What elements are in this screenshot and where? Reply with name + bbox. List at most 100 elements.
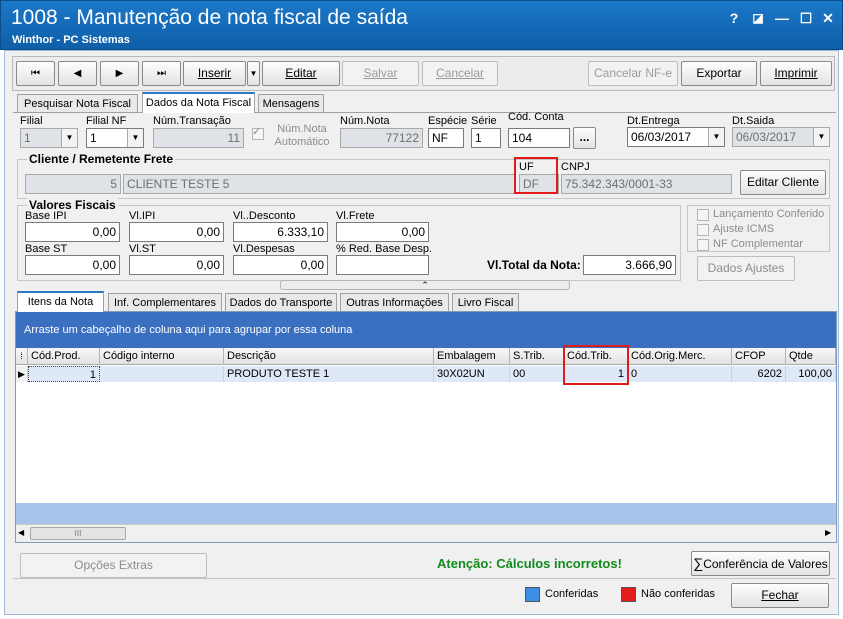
cell-qtde[interactable]: 100,00 <box>786 366 836 382</box>
scroll-thumb[interactable]: III <box>30 527 126 540</box>
filial-label: Filial <box>20 115 43 127</box>
dt-saida-field[interactable]: 06/03/2017 ▼ <box>732 127 830 147</box>
cancelar-button[interactable]: Cancelar <box>422 61 498 86</box>
cliente-name-field[interactable]: CLIENTE TESTE 5 <box>123 174 516 194</box>
dt-entrega-field[interactable]: 06/03/2017 ▼ <box>627 127 725 147</box>
cell-s-trib[interactable]: 00 <box>510 366 564 382</box>
cod-conta-lookup-button[interactable]: ... <box>573 127 596 149</box>
title-bar: 1008 - Manutenção de nota fiscal de saíd… <box>0 0 843 50</box>
group-by-bar[interactable]: Arraste um cabeçalho de coluna aqui para… <box>16 312 836 348</box>
salvar-button[interactable]: Salvar <box>342 61 419 86</box>
col-cod-orig-merc[interactable]: Cód.Orig.Merc. <box>628 348 732 365</box>
especie-field[interactable]: NF <box>428 128 464 148</box>
column-chooser-icon[interactable]: ⁞ <box>16 348 28 365</box>
cancelar-nfe-button[interactable]: Cancelar NF-e <box>588 61 678 86</box>
inserir-dropdown-icon[interactable]: ▼ <box>247 61 260 86</box>
col-s-trib[interactable]: S.Trib. <box>510 348 564 365</box>
row-indicator-icon: ▶ <box>16 366 28 382</box>
checkmark-icon: ✓ <box>252 126 262 138</box>
minimize-icon[interactable]: — <box>771 8 793 28</box>
cliente-code-field[interactable]: 5 <box>25 174 121 194</box>
cod-trib-highlight-box <box>563 345 629 385</box>
vl-total-label: Vl.Total da Nota: <box>487 258 581 272</box>
previous-record-button[interactable]: ◀ <box>58 61 97 86</box>
col-embalagem[interactable]: Embalagem <box>434 348 510 365</box>
cod-conta-field[interactable]: 104 <box>508 128 570 148</box>
col-codigo-interno[interactable]: Código interno <box>100 348 224 365</box>
collapse-splitter[interactable]: ⌃ <box>280 280 570 290</box>
vl-desconto-field[interactable]: 6.333,10 <box>233 222 328 242</box>
num-nota-field[interactable]: 77122 <box>340 128 423 148</box>
tab-inf-complementares[interactable]: Inf. Complementares <box>108 293 222 312</box>
last-record-button[interactable]: ⏭ <box>142 61 181 86</box>
cell-codigo-interno[interactable] <box>100 366 224 382</box>
serie-label: Série <box>471 115 497 127</box>
col-descricao[interactable]: Descrição <box>224 348 434 365</box>
window-title: 1008 - Manutenção de nota fiscal de saíd… <box>11 6 408 29</box>
close-icon[interactable]: ✕ <box>817 8 839 28</box>
scroll-right-icon[interactable]: ▶ <box>825 528 831 537</box>
vl-despesas-field[interactable]: 0,00 <box>233 255 328 275</box>
editar-button[interactable]: Editar <box>262 61 340 86</box>
inserir-button[interactable]: Inserir <box>183 61 246 86</box>
editar-cliente-button[interactable]: Editar Cliente <box>740 170 826 195</box>
dados-ajustes-button[interactable]: Dados Ajustes <box>697 256 795 281</box>
conferencia-valores-button[interactable]: ∑Conferência de Valores <box>691 551 830 576</box>
nf-complementar-checkbox[interactable] <box>697 239 709 251</box>
first-record-button[interactable]: ⏮ <box>16 61 55 86</box>
chevron-down-icon[interactable]: ▼ <box>61 129 77 147</box>
next-record-button[interactable]: ▶ <box>100 61 139 86</box>
fechar-button[interactable]: Fechar <box>731 583 829 608</box>
help-icon[interactable]: ? <box>723 8 745 28</box>
imprimir-button[interactable]: Imprimir <box>760 61 832 86</box>
filial-select[interactable]: 1 ▼ <box>20 128 78 148</box>
vl-total-field[interactable]: 3.666,90 <box>583 255 676 275</box>
base-ipi-field[interactable]: 0,00 <box>25 222 120 242</box>
maximize-icon[interactable]: ☐ <box>795 8 817 28</box>
red-base-field[interactable] <box>336 255 429 275</box>
base-st-field[interactable]: 0,00 <box>25 255 120 275</box>
vl-ipi-field[interactable]: 0,00 <box>129 222 224 242</box>
cell-cfop[interactable]: 6202 <box>732 366 786 382</box>
tab-dados-nota-fiscal[interactable]: Dados da Nota Fiscal <box>142 92 255 113</box>
exportar-button[interactable]: Exportar <box>681 61 757 86</box>
horizontal-scrollbar[interactable]: ◀ III ▶ <box>16 524 836 542</box>
ajuste-icms-checkbox[interactable] <box>697 224 709 236</box>
uf-highlight-box <box>514 157 558 194</box>
vl-frete-field[interactable]: 0,00 <box>336 222 429 242</box>
chevron-down-icon[interactable]: ▼ <box>813 128 829 146</box>
tab-itens-da-nota[interactable]: Itens da Nota <box>17 291 104 312</box>
scroll-left-icon[interactable]: ◀ <box>18 528 24 537</box>
tab-outras-informacoes[interactable]: Outras Informações <box>340 293 449 312</box>
toolbar: ⏮ ◀ ▶ ⏭ Inserir ▼ Editar Salvar Cancelar… <box>12 56 835 91</box>
tab-livro-fiscal[interactable]: Livro Fiscal <box>452 293 519 312</box>
filial-nf-select[interactable]: 1 ▼ <box>86 128 144 148</box>
chevron-down-icon[interactable]: ▼ <box>708 128 724 146</box>
cell-embalagem[interactable]: 30X02UN <box>434 366 510 382</box>
sigma-icon: ∑ <box>693 555 704 571</box>
tab-pesquisar-nota-fiscal[interactable]: Pesquisar Nota Fiscal <box>17 94 138 113</box>
col-qtde[interactable]: Qtde <box>786 348 836 365</box>
nao-conferidas-label: Não conferidas <box>641 588 715 600</box>
col-cfop[interactable]: CFOP <box>732 348 786 365</box>
dt-entrega-label: Dt.Entrega <box>627 115 680 127</box>
items-grid: Arraste um cabeçalho de coluna aqui para… <box>15 311 837 543</box>
vl-st-field[interactable]: 0,00 <box>129 255 224 275</box>
cell-descricao[interactable]: PRODUTO TESTE 1 <box>224 366 434 382</box>
cnpj-field[interactable]: 75.342.343/0001-33 <box>561 174 732 194</box>
restore-icon[interactable]: ◪ <box>747 8 769 28</box>
chevron-down-icon[interactable]: ▼ <box>127 129 143 147</box>
red-base-label: % Red. Base Desp. <box>336 243 432 255</box>
cell-cod-prod[interactable]: 1 <box>28 366 100 382</box>
cell-cod-orig-merc[interactable]: 0 <box>628 366 732 382</box>
footer-divider <box>13 578 836 579</box>
table-row[interactable]: ▶ 1 PRODUTO TESTE 1 30X02UN 00 1 0 6202 … <box>16 366 836 382</box>
num-transacao-field[interactable]: 11 <box>153 128 244 148</box>
tab-mensagens[interactable]: Mensagens <box>258 94 324 113</box>
col-cod-prod[interactable]: Cód.Prod. <box>28 348 100 365</box>
serie-field[interactable]: 1 <box>471 128 501 148</box>
editar-label: Editar <box>285 66 317 80</box>
opcoes-extras-button[interactable]: Opções Extras <box>20 553 207 578</box>
lancamento-conferido-checkbox[interactable] <box>697 209 709 221</box>
tab-dados-transporte[interactable]: Dados do Transporte <box>225 293 337 312</box>
